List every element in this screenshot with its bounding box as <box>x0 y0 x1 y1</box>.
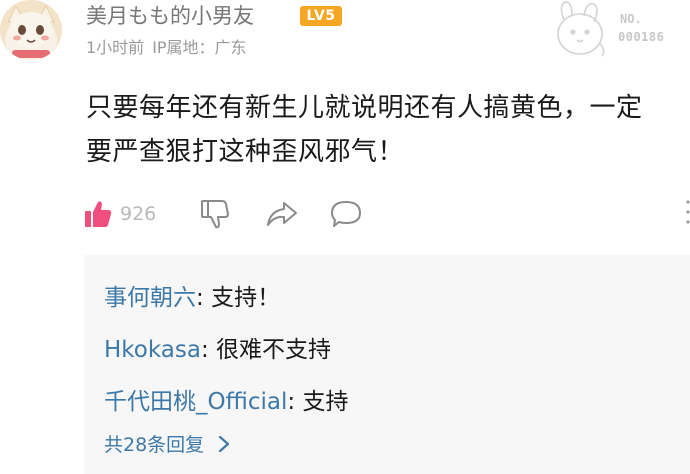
thumbs-down-icon <box>201 200 229 229</box>
reply-separator: : <box>196 285 212 311</box>
comment-card: 美月もも的小男友 LV5 1小时前 IP属地：广东 NO. 000186 只要每年… <box>0 0 690 474</box>
comment-meta: 1小时前 IP属地：广东 <box>86 37 247 59</box>
reply-separator: : <box>200 337 217 363</box>
comment-time: 1小时前 <box>86 38 145 57</box>
reply-item[interactable]: Hkokasa: 很难不支持 <box>104 335 331 365</box>
stamp-number: 000186 <box>618 30 665 44</box>
action-bar: 926 <box>84 194 684 234</box>
thumbs-up-icon <box>85 201 112 227</box>
avatar-cat-icon <box>0 0 62 60</box>
comment-text: 只要每年还有新生儿就说明还有人搞黄色，一定 要严查狠打这种歪风邪气！ <box>86 86 686 174</box>
more-replies-link[interactable]: 共28条回复 <box>104 431 232 459</box>
more-options-icon[interactable] <box>684 198 690 228</box>
reply-text: 支持 <box>302 389 349 415</box>
reply-item[interactable]: 千代田桃_Official: 支持 <box>104 387 348 417</box>
username[interactable]: 美月もも的小男友 <box>86 2 254 30</box>
reply-item[interactable]: 事何朝六: 支持！ <box>104 283 280 313</box>
share-icon <box>267 202 297 226</box>
like-count: 926 <box>120 203 157 225</box>
replies-panel: 事何朝六: 支持！ Hkokasa: 很难不支持 千代田桃_Official: … <box>84 255 690 474</box>
avatar[interactable] <box>0 0 62 60</box>
stamp-no-label: NO. <box>620 12 642 26</box>
reply-button[interactable] <box>330 194 362 234</box>
reply-author[interactable]: 事何朝六 <box>104 285 196 311</box>
share-button[interactable] <box>266 194 298 234</box>
reply-author[interactable]: 千代田桃_Official <box>104 389 287 415</box>
chevron-right-icon <box>219 435 230 453</box>
more-replies-label: 共28条回复 <box>104 434 205 456</box>
ip-location: IP属地：广东 <box>152 38 247 57</box>
reply-author[interactable]: Hkokasa <box>104 337 201 363</box>
dislike-button[interactable] <box>200 194 230 234</box>
bunny-stamp-icon <box>557 1 605 57</box>
reply-text: 支持！ <box>211 285 281 311</box>
comment-icon <box>331 201 361 227</box>
like-button[interactable]: 926 <box>84 194 156 234</box>
reply-separator: : <box>287 389 303 415</box>
level-badge: LV5 <box>300 6 342 26</box>
comment-text-line: 要严查狠打这种歪风邪气！ <box>86 137 405 167</box>
comment-text-line: 只要每年还有新生儿就说明还有人搞黄色，一定 <box>86 93 643 123</box>
reply-text: 很难不支持 <box>216 337 332 363</box>
